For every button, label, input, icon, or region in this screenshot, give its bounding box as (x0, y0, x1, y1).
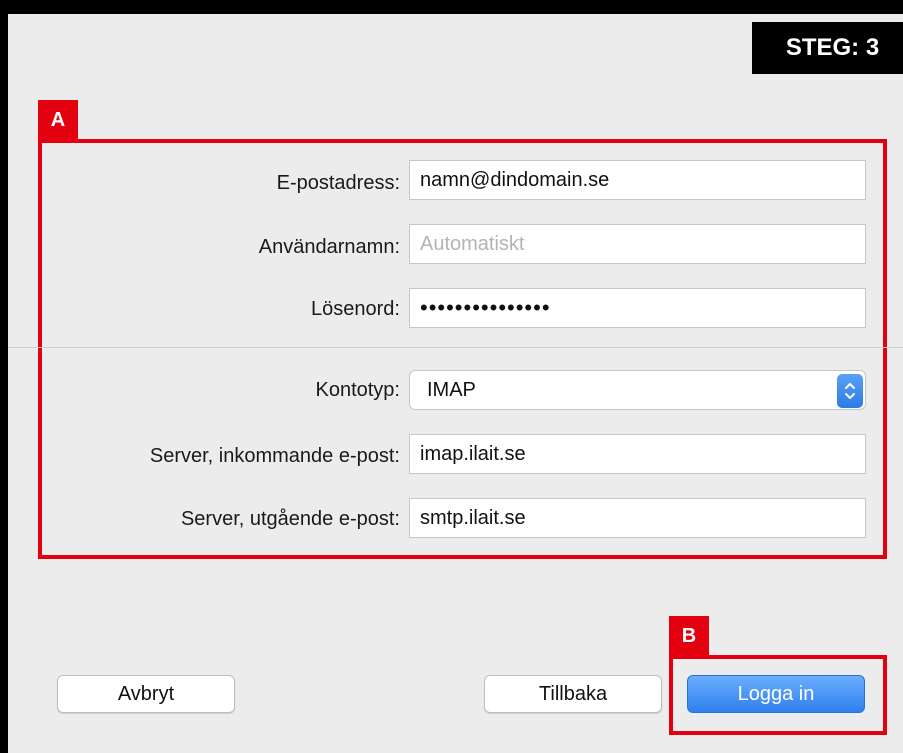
username-field[interactable]: Automatiskt (409, 224, 866, 264)
incoming-server-label: Server, inkommande e-post: (149, 445, 400, 467)
highlight-box-a (38, 139, 887, 559)
marker-b: B (669, 616, 709, 656)
chevron-up-down-icon[interactable] (837, 374, 863, 408)
outgoing-server-field[interactable]: smtp.ilait.se (409, 498, 866, 538)
login-button[interactable]: Logga in (687, 675, 865, 713)
cancel-button[interactable]: Avbryt (57, 675, 235, 713)
account-type-label: Kontotyp: (315, 379, 400, 401)
section-divider (8, 347, 903, 348)
marker-a: A (38, 100, 78, 140)
password-field[interactable]: ••••••••••••••• (409, 288, 866, 328)
username-label: Användarnamn: (258, 236, 400, 258)
email-label: E-postadress: (276, 172, 400, 194)
incoming-server-field[interactable]: imap.ilait.se (409, 434, 866, 474)
account-type-select[interactable]: IMAP (409, 370, 866, 410)
step-badge: STEG: 3 (752, 22, 903, 74)
outgoing-server-label: Server, utgående e-post: (180, 508, 400, 530)
back-button[interactable]: Tillbaka (484, 675, 662, 713)
password-label: Lösenord: (311, 298, 400, 320)
email-field[interactable]: namn@dindomain.se (409, 160, 866, 200)
account-type-value: IMAP (427, 378, 476, 401)
